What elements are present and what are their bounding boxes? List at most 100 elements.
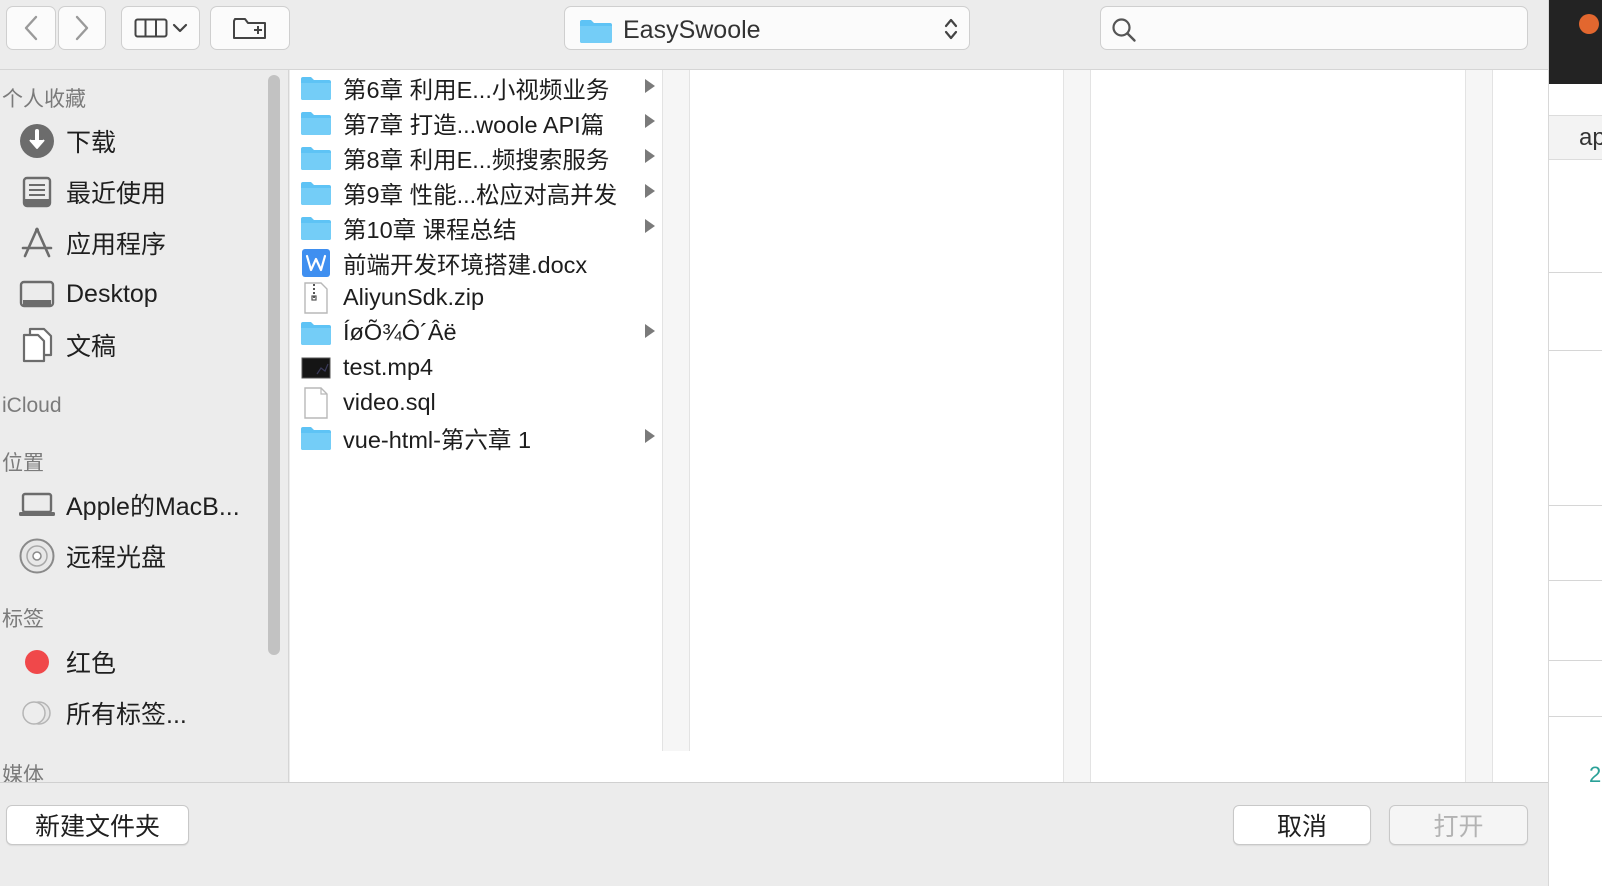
blank-file-icon	[300, 386, 332, 419]
folder-icon	[300, 212, 332, 244]
sidebar-scrollbar[interactable]	[268, 75, 280, 655]
disc-icon	[18, 537, 56, 575]
bottom-bar: 新建文件夹 取消 打开	[0, 782, 1548, 886]
disclosure-arrow-icon	[645, 79, 655, 93]
section-header-locations: 位置	[2, 452, 44, 475]
divider	[1549, 580, 1602, 581]
screen: ap 2 EasySwoole 个人收藏 下载 最近使用 应用程序 Deskto…	[0, 0, 1602, 886]
disclosure-arrow-icon	[645, 324, 655, 338]
column-resize-handle[interactable]	[1063, 70, 1091, 782]
file-name: test.mp4	[343, 354, 434, 380]
back-button[interactable]	[6, 6, 56, 50]
laptop-icon	[18, 486, 56, 524]
column-resize-handle[interactable]	[1465, 70, 1493, 782]
toolbar: EasySwoole	[0, 0, 1548, 70]
column-resize-handle[interactable]	[662, 70, 690, 751]
file-name: 第8章 利用E...频搜索服务	[343, 146, 610, 173]
background-tab-text: ap	[1579, 124, 1602, 151]
sidebar-item-downloads[interactable]: 下载	[18, 121, 116, 161]
folder-icon	[300, 107, 332, 139]
chevron-right-icon	[75, 15, 89, 41]
folder-icon	[580, 20, 612, 43]
forward-button[interactable]	[58, 6, 106, 50]
file-name: vue-html-第六章 1	[343, 426, 532, 453]
sidebar-item-all-tags[interactable]: 所有标签...	[18, 693, 187, 733]
new-folder-button[interactable]: 新建文件夹	[6, 805, 189, 845]
section-header-media: 媒体	[2, 764, 44, 782]
disclosure-arrow-icon	[645, 429, 655, 443]
recents-icon	[18, 173, 56, 211]
file-browser: 第6章 利用E...小视频业务 第7章 打造...woole API篇 第8章 …	[290, 70, 1548, 782]
list-item[interactable]: video.sql	[300, 385, 660, 420]
list-item[interactable]: 前端开发环境搭建.docx	[300, 245, 660, 280]
folder-icon	[300, 142, 332, 174]
sidebar-item-label: Apple的MacB...	[66, 493, 240, 521]
section-header-favorites: 个人收藏	[2, 88, 86, 111]
list-item[interactable]: 第6章 利用E...小视频业务	[300, 70, 660, 105]
sidebar-item-remote-disc[interactable]: 远程光盘	[18, 536, 166, 576]
sidebar-item-label: Desktop	[66, 279, 158, 308]
sidebar-item-label: 应用程序	[66, 231, 167, 259]
divider	[1549, 350, 1602, 351]
open-button[interactable]: 打开	[1389, 805, 1528, 845]
divider	[1549, 660, 1602, 661]
file-name: 第10章 课程总结	[343, 216, 517, 243]
new-folder-icon	[233, 18, 266, 39]
sidebar: 个人收藏 下载 最近使用 应用程序 Desktop 文稿 iCloud 位置 A…	[0, 70, 289, 782]
updown-chevron-icon	[944, 18, 958, 40]
sidebar-item-label: 下载	[66, 129, 117, 157]
sidebar-item-tag-red[interactable]: 红色	[18, 642, 116, 682]
sidebar-item-label: 最近使用	[66, 180, 167, 208]
background-tab: ap	[1549, 115, 1602, 160]
list-item[interactable]: 第10章 课程总结	[300, 210, 660, 245]
file-name: 第7章 打造...woole API篇	[343, 111, 605, 138]
section-header-icloud: iCloud	[2, 394, 62, 417]
list-item[interactable]: test.mp4	[300, 350, 660, 385]
list-item[interactable]: AliyunSdk.zip	[300, 280, 660, 315]
file-name: 第9章 性能...松应对高并发	[343, 181, 618, 208]
folder-icon	[300, 177, 332, 209]
file-name: 前端开发环境搭建.docx	[343, 251, 588, 278]
background-app-icon	[1579, 14, 1599, 34]
sidebar-item-applications[interactable]: 应用程序	[18, 223, 166, 263]
chevron-down-icon	[172, 23, 187, 33]
zip-file-icon	[300, 281, 332, 314]
red-tag-dot	[18, 643, 56, 681]
chevron-left-icon	[24, 15, 38, 41]
sidebar-item-desktop[interactable]: Desktop	[18, 274, 158, 314]
divider	[1549, 272, 1602, 273]
applications-icon	[18, 224, 56, 262]
file-name: 第6章 利用E...小视频业务	[343, 76, 610, 103]
sidebar-item-label: 远程光盘	[66, 544, 167, 572]
divider	[1549, 505, 1602, 506]
new-folder-toolbar-button[interactable]	[210, 6, 290, 50]
folder-icon	[300, 72, 332, 104]
disclosure-arrow-icon	[645, 219, 655, 233]
video-file-icon	[300, 352, 332, 384]
list-item[interactable]: ÍøÕ¾Ô´Âë	[300, 315, 660, 350]
list-item[interactable]: vue-html-第六章 1	[300, 420, 660, 455]
sidebar-item-label: 所有标签...	[66, 701, 187, 729]
open-file-dialog: EasySwoole 个人收藏 下载 最近使用 应用程序 Desktop 文稿 …	[0, 0, 1548, 886]
list-item[interactable]: 第8章 利用E...频搜索服务	[300, 140, 660, 175]
background-code-text: 2	[1589, 762, 1602, 787]
sidebar-item-macbook[interactable]: Apple的MacB...	[18, 485, 240, 525]
sidebar-item-label: 文稿	[66, 333, 117, 361]
disclosure-arrow-icon	[645, 149, 655, 163]
cancel-button[interactable]: 取消	[1233, 805, 1371, 845]
download-icon	[18, 122, 56, 160]
all-tags-icon	[18, 694, 56, 732]
desktop-icon	[18, 275, 56, 313]
view-mode-button[interactable]	[121, 6, 200, 50]
list-item[interactable]: 第7章 打造...woole API篇	[300, 105, 660, 140]
search-field[interactable]	[1100, 6, 1528, 50]
sidebar-item-documents[interactable]: 文稿	[18, 325, 116, 365]
file-name: AliyunSdk.zip	[343, 284, 485, 310]
sidebar-item-recents[interactable]: 最近使用	[18, 172, 166, 212]
path-popup-label: EasySwoole	[623, 16, 761, 44]
search-icon	[1112, 18, 1136, 42]
path-popup[interactable]: EasySwoole	[564, 6, 970, 50]
divider	[1549, 716, 1602, 717]
file-name: ÍøÕ¾Ô´Âë	[343, 319, 457, 345]
list-item[interactable]: 第9章 性能...松应对高并发	[300, 175, 660, 210]
